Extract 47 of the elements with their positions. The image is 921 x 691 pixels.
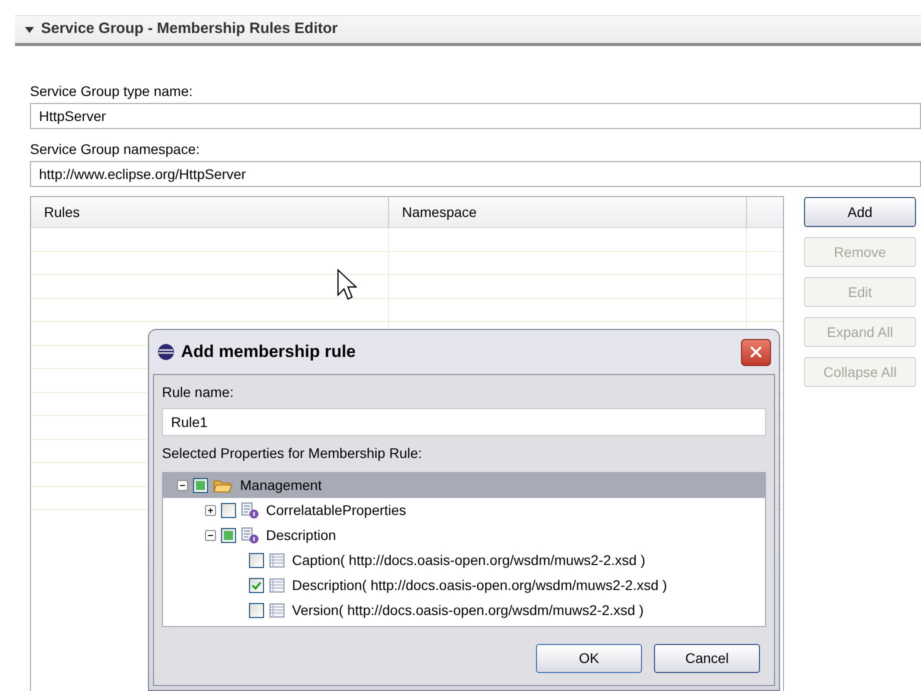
document-info-icon xyxy=(241,502,259,519)
dialog-button[interactable]: Cancel xyxy=(654,644,760,673)
expand-icon[interactable] xyxy=(205,505,216,516)
rule-name-field[interactable]: Rule1 xyxy=(162,408,766,436)
tree-checkbox[interactable] xyxy=(221,528,236,543)
close-icon xyxy=(749,345,763,359)
tree-checkbox[interactable] xyxy=(249,553,264,568)
table-icon xyxy=(269,578,285,593)
folder-icon xyxy=(213,478,233,494)
tree-checkbox[interactable] xyxy=(249,578,264,593)
tree-item-label: Description( http://docs.oasis-open.org/wsdm/muws2-2.xsd ) xyxy=(292,576,668,595)
eclipse-logo-icon xyxy=(157,343,175,361)
collapse-icon[interactable] xyxy=(177,480,188,491)
tree-item-label: Management xyxy=(240,476,322,495)
type-name-field[interactable]: HttpServer xyxy=(30,103,921,129)
section-header[interactable]: Service Group - Membership Rules Editor xyxy=(15,15,921,46)
tree-item-label: Description xyxy=(266,526,336,545)
table-icon xyxy=(269,603,285,618)
tree-row[interactable]: Version( http://docs.oasis-open.org/wsdm/muws2-2.xsd ) xyxy=(163,598,765,623)
tree-row[interactable]: Management xyxy=(163,473,765,498)
column-header[interactable]: Namespace xyxy=(389,197,747,227)
field-label: Service Group type name: xyxy=(30,82,194,101)
tree-item-label: Caption( http://docs.oasis-open.org/wsdm/muws2-2.xsd ) xyxy=(292,551,646,570)
tree-row[interactable]: Description xyxy=(163,523,765,548)
tree-checkbox[interactable] xyxy=(221,503,236,518)
section-title: Service Group - Membership Rules Editor xyxy=(41,19,338,40)
column-header[interactable]: Rules xyxy=(31,197,389,227)
field-label: Selected Properties for Membership Rule: xyxy=(162,444,423,463)
dialog-button[interactable]: OK xyxy=(536,644,642,673)
document-info-icon xyxy=(241,527,259,544)
table-icon xyxy=(269,553,285,568)
tree-row[interactable]: CorrelatableProperties xyxy=(163,498,765,523)
mouse-cursor-icon xyxy=(337,269,357,301)
tree-row[interactable]: Description( http://docs.oasis-open.org/wsdm/muws2-2.xsd ) xyxy=(163,573,765,598)
tree-checkbox[interactable] xyxy=(193,478,208,493)
field-label: Rule name: xyxy=(162,383,235,402)
tree-item-label: Version( http://docs.oasis-open.org/wsdm/muws2-2.xsd ) xyxy=(292,601,644,620)
tree-checkbox[interactable] xyxy=(249,603,264,618)
dialog-title: Add membership rule xyxy=(181,341,357,364)
collapse-triangle-icon[interactable] xyxy=(25,26,34,32)
action-button[interactable]: Add xyxy=(804,197,916,227)
field-label: Service Group namespace: xyxy=(30,140,201,159)
collapse-icon[interactable] xyxy=(205,530,216,541)
close-button[interactable] xyxy=(741,338,771,366)
tree-row[interactable]: Caption( http://docs.oasis-open.org/wsdm/muws2-2.xsd ) xyxy=(163,548,765,573)
tree-item-label: CorrelatableProperties xyxy=(266,501,406,520)
namespace-field[interactable]: http://www.eclipse.org/HttpServer xyxy=(30,161,921,187)
